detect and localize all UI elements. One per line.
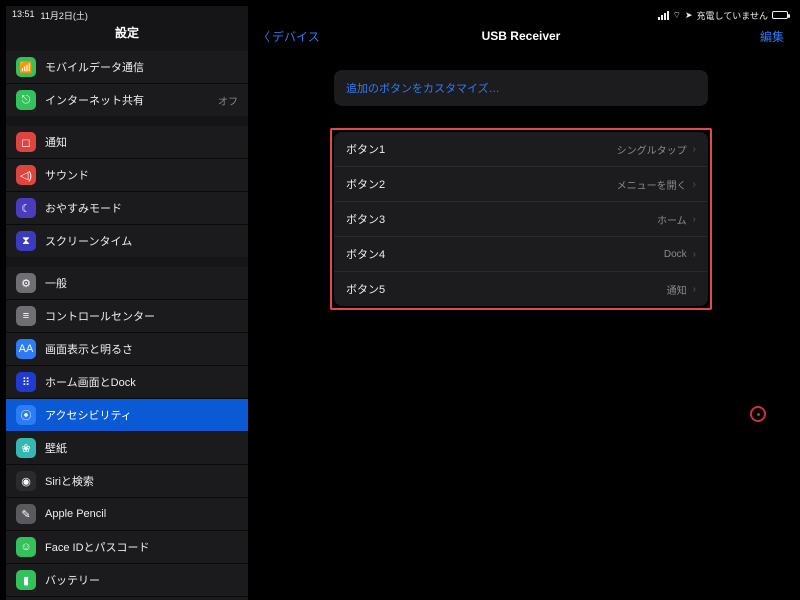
sidebar-item-label: Face IDとパスコード <box>45 539 238 555</box>
sidebar-item-label: コントロールセンター <box>45 308 238 324</box>
button-mapping-row[interactable]: ボタン1シングルタップ › <box>334 132 708 166</box>
sidebar-item-link[interactable]: ⎋ インターネット共有オフ <box>6 83 248 116</box>
sidebar-item-label: スクリーンタイム <box>45 233 238 249</box>
sidebar-item-label: 壁紙 <box>45 440 238 456</box>
button-name: ボタン4 <box>346 246 664 262</box>
chevron-right-icon: › <box>693 284 696 295</box>
button-mapping-row[interactable]: ボタン5通知 › <box>334 271 708 306</box>
chevron-right-icon: › <box>693 179 696 190</box>
sidebar-item-label: 一般 <box>45 275 238 291</box>
sidebar-item-grid[interactable]: ⠿ ホーム画面とDock <box>6 365 248 398</box>
status-date: 11月2日(土) <box>41 9 88 22</box>
grid-icon: ⠿ <box>16 372 36 392</box>
button-value: メニューを開く <box>617 177 687 192</box>
accessibility-icon: ⦿ <box>16 405 36 425</box>
button-mapping-list: ボタン1シングルタップ›ボタン2メニューを開く›ボタン3ホーム›ボタン4Dock… <box>334 132 708 306</box>
button-mapping-row[interactable]: ボタン2メニューを開く › <box>334 166 708 201</box>
sidebar-item-label: 通知 <box>45 134 238 150</box>
button-mapping-row[interactable]: ボタン4Dock › <box>334 236 708 271</box>
siri-icon: ◉ <box>16 471 36 491</box>
sound-icon: ◁) <box>16 165 36 185</box>
gear-icon: ⚙ <box>16 273 36 293</box>
settings-sidebar: 設定 📶モバイルデータ通信⎋インターネット共有オフ◻通知◁)サウンド☾おやすみモ… <box>6 6 248 600</box>
sidebar-item-pencil[interactable]: ✎ Apple Pencil <box>6 497 248 530</box>
chevron-right-icon: › <box>693 249 696 260</box>
sidebar-item-label: サウンド <box>45 167 238 183</box>
button-value: シングルタップ <box>617 142 687 157</box>
sidebar-item-accessibility[interactable]: ⦿ アクセシビリティ <box>6 398 248 431</box>
button-value: ホーム <box>657 212 687 227</box>
hourglass-icon: ⧗ <box>16 231 36 251</box>
customize-additional-buttons[interactable]: 追加のボタンをカスタマイズ… <box>334 70 708 106</box>
back-label: デバイス <box>272 28 320 45</box>
sidebar-item-label: アクセシビリティ <box>45 407 238 423</box>
sidebar-item-switches[interactable]: ≡ コントロールセンター <box>6 299 248 332</box>
location-icon: ➤ <box>685 10 693 21</box>
sidebar-item-bell[interactable]: ◻ 通知 <box>6 126 248 158</box>
sidebar-item-battery[interactable]: ▮ バッテリー <box>6 563 248 596</box>
sidebar-item-label: バッテリー <box>45 572 238 588</box>
sidebar-item-label: 画面表示と明るさ <box>45 341 238 357</box>
battery-icon: ▮ <box>16 570 36 590</box>
sidebar-item-wallpaper[interactable]: ❀ 壁紙 <box>6 431 248 464</box>
sidebar-item-faceid[interactable]: ☺ Face IDとパスコード <box>6 530 248 563</box>
sidebar-item-label: Siriと検索 <box>45 473 238 489</box>
status-bar: 13:51 11月2日(土) ⌔ ➤ 充電していません <box>12 8 788 22</box>
sidebar-item-privacy[interactable]: ✋プライバシー <box>6 596 248 600</box>
customize-label: 追加のボタンをカスタマイズ… <box>346 83 500 95</box>
sidebar-item-label: モバイルデータ通信 <box>45 59 238 75</box>
sidebar-item-siri[interactable]: ◉ Siriと検索 <box>6 464 248 497</box>
button-name: ボタン5 <box>346 281 667 297</box>
sidebar-item-label: ホーム画面とDock <box>45 374 238 390</box>
battery-icon <box>772 11 788 19</box>
sidebar-item-hourglass[interactable]: ⧗ スクリーンタイム <box>6 224 248 257</box>
moon-icon: ☾ <box>16 198 36 218</box>
charging-text: 充電していません <box>697 9 768 22</box>
detail-pane: 〈 デバイス USB Receiver 編集 追加のボタンをカスタマイズ… ボタ… <box>248 6 794 600</box>
cellular-icon <box>658 11 669 20</box>
switches-icon: ≡ <box>16 306 36 326</box>
button-name: ボタン2 <box>346 176 617 192</box>
sidebar-item-aa[interactable]: AA 画面表示と明るさ <box>6 332 248 365</box>
pencil-icon: ✎ <box>16 504 36 524</box>
back-button[interactable]: 〈 デバイス <box>258 28 320 45</box>
aa-icon: AA <box>16 339 36 359</box>
sidebar-item-label: インターネット共有 <box>45 92 209 108</box>
link-icon: ⎋ <box>16 90 36 110</box>
sidebar-item-moon[interactable]: ☾ おやすみモード <box>6 191 248 224</box>
bell-icon: ◻ <box>16 132 36 152</box>
page-title: USB Receiver <box>248 29 794 43</box>
sidebar-item-label: おやすみモード <box>45 200 238 216</box>
chevron-left-icon: 〈 <box>258 28 270 45</box>
chevron-right-icon: › <box>693 144 696 155</box>
status-time: 13:51 <box>12 9 35 22</box>
sidebar-item-gear[interactable]: ⚙ 一般 <box>6 267 248 299</box>
nav-bar: 〈 デバイス USB Receiver 編集 <box>248 18 794 54</box>
chevron-right-icon: › <box>693 214 696 225</box>
sidebar-item-trail: オフ <box>218 93 238 108</box>
button-value: 通知 <box>667 282 687 297</box>
antenna-icon: 📶 <box>16 57 36 77</box>
wifi-icon: ⌔ <box>673 10 681 21</box>
button-name: ボタン1 <box>346 141 617 157</box>
assistive-touch-cursor[interactable] <box>750 406 766 422</box>
button-name: ボタン3 <box>346 211 657 227</box>
edit-button[interactable]: 編集 <box>760 28 784 45</box>
sidebar-item-sound[interactable]: ◁) サウンド <box>6 158 248 191</box>
sidebar-item-label: Apple Pencil <box>45 508 238 520</box>
sidebar-item-antenna[interactable]: 📶 モバイルデータ通信 <box>6 51 248 83</box>
button-mapping-row[interactable]: ボタン3ホーム › <box>334 201 708 236</box>
wallpaper-icon: ❀ <box>16 438 36 458</box>
faceid-icon: ☺ <box>16 537 36 557</box>
button-value: Dock <box>664 249 687 260</box>
highlight-annotation: ボタン1シングルタップ›ボタン2メニューを開く›ボタン3ホーム›ボタン4Dock… <box>330 128 712 310</box>
